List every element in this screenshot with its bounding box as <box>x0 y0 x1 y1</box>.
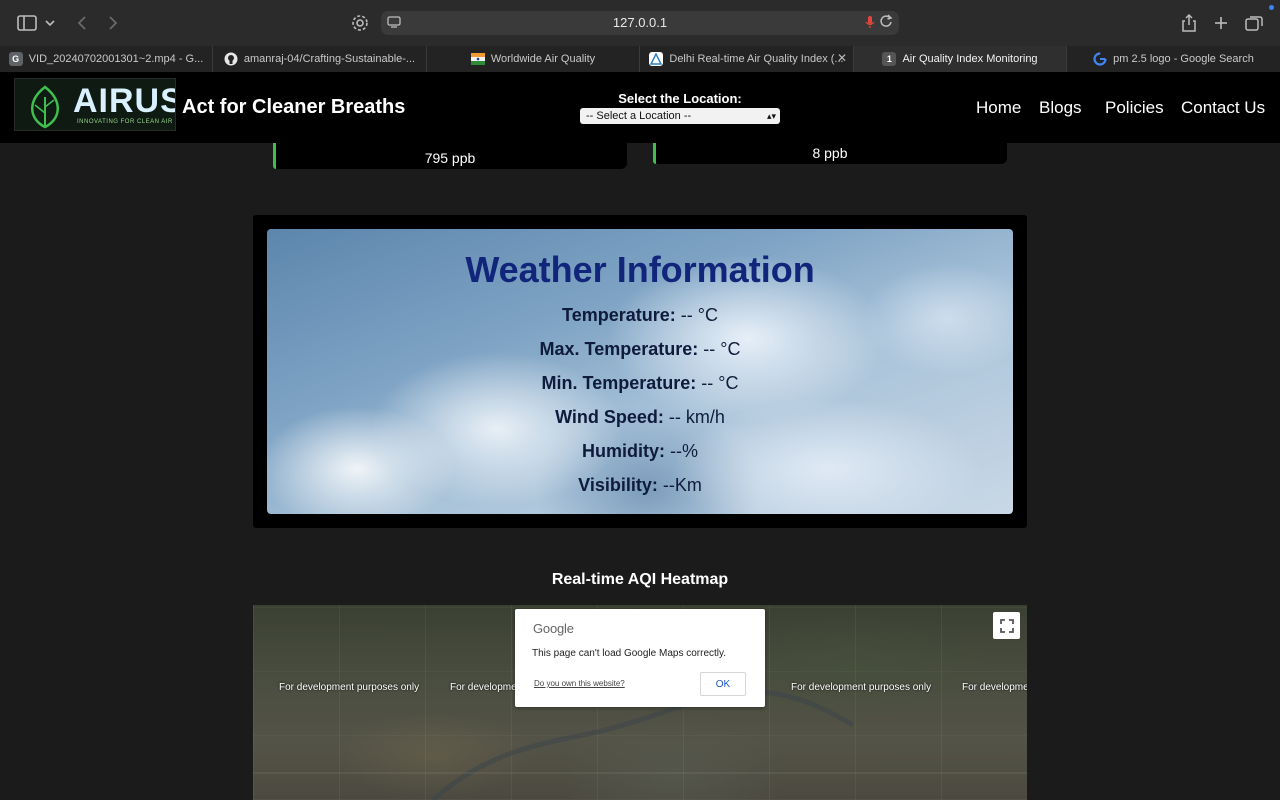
google-logo: Google <box>533 621 574 636</box>
tab-google-search[interactable]: pm 2.5 logo - Google Search <box>1067 46 1280 72</box>
google-drive-favicon-icon: G <box>8 52 23 66</box>
chevron-down-icon[interactable] <box>40 11 60 35</box>
tab-label: Delhi Real-time Air Quality Index (... <box>669 53 844 65</box>
location-select[interactable]: -- Select a Location -- ▴▾ <box>580 108 780 124</box>
weather-title: Weather Information <box>465 249 815 290</box>
weather-label: Visibility: <box>578 475 658 495</box>
sidebar-toggle-icon[interactable] <box>15 11 39 35</box>
dev-watermark: For development purposes only <box>791 682 932 693</box>
weather-visibility: Visibility: --Km <box>267 475 1013 496</box>
tab-label: VID_20240702001301~2.mp4 - G... <box>28 53 204 65</box>
address-bar[interactable]: 127.0.0.1 <box>381 11 899 35</box>
nav-policies[interactable]: Policies <box>1105 98 1164 118</box>
tab-label: Air Quality Index Monitoring <box>902 53 1038 65</box>
weather-panel: Weather Information Temperature: -- °C M… <box>267 229 1013 514</box>
new-tab-icon[interactable] <box>1209 11 1233 35</box>
tab-delhi-aqi[interactable]: Delhi Real-time Air Quality Index (... ✕ <box>640 46 854 72</box>
tab-number-icon: 1 <box>882 52 897 66</box>
weather-value: --% <box>670 441 698 461</box>
dev-watermark: For development purposes only <box>279 682 420 693</box>
site-title: Act for Cleaner Breaths <box>182 96 406 118</box>
weather-value: -- °C <box>703 339 741 359</box>
flag-icon <box>470 52 485 66</box>
site-header: AIRUS INNOVATING FOR CLEAN AIR Act for C… <box>0 72 1280 143</box>
weather-label: Max. Temperature: <box>539 339 699 359</box>
location-label: Select the Location: <box>618 91 742 106</box>
google-icon <box>1093 52 1107 66</box>
back-icon[interactable] <box>70 11 94 35</box>
weather-value: -- °C <box>701 373 739 393</box>
nav-blogs[interactable]: Blogs <box>1039 98 1082 118</box>
location-select-value: -- Select a Location -- <box>586 110 692 122</box>
tab-worldwide-air-quality[interactable]: Worldwide Air Quality <box>427 46 640 72</box>
own-website-link[interactable]: Do you own this website? <box>534 679 625 688</box>
notification-dot <box>1269 5 1274 10</box>
microphone-icon[interactable] <box>865 15 875 34</box>
leaf-logo-icon <box>31 85 59 129</box>
logo-wordmark: AIRUS <box>73 82 176 120</box>
reading-value: 8 ppb <box>812 145 848 161</box>
weather-value: -- °C <box>680 305 718 325</box>
github-icon <box>224 52 238 66</box>
nav-home[interactable]: Home <box>976 98 1021 118</box>
maps-error-dialog: Google This page can't load Google Maps … <box>515 609 765 707</box>
tab-label: pm 2.5 logo - Google Search <box>1113 53 1254 65</box>
weather-value: -- km/h <box>668 407 725 427</box>
weather-label: Wind Speed: <box>555 407 664 427</box>
reading-card-left: 795 ppb <box>273 143 627 169</box>
tab-github[interactable]: amanraj-04/Crafting-Sustainable-... <box>213 46 427 72</box>
tab-video[interactable]: G VID_20240702001301~2.mp4 - G... <box>0 46 213 72</box>
tab-label: Worldwide Air Quality <box>490 53 596 65</box>
weather-temperature: Temperature: -- °C <box>267 305 1013 326</box>
weather-min-temperature: Min. Temperature: -- °C <box>267 373 1013 394</box>
nav-contact-us[interactable]: Contact Us <box>1181 98 1265 118</box>
close-tab-icon[interactable]: ✕ <box>837 51 847 65</box>
share-icon[interactable] <box>1177 11 1201 35</box>
weather-wind-speed: Wind Speed: -- km/h <box>267 407 1013 428</box>
tab-air-quality-index-monitoring[interactable]: 1 Air Quality Index Monitoring <box>854 46 1067 72</box>
gear-icon[interactable] <box>348 11 372 35</box>
fullscreen-button[interactable] <box>993 612 1020 639</box>
logo-tagline: INNOVATING FOR CLEAN AIR <box>77 119 173 125</box>
reading-value: 795 ppb <box>424 150 476 166</box>
weather-humidity: Humidity: --% <box>267 441 1013 462</box>
aqi-icon <box>649 52 664 66</box>
weather-label: Min. Temperature: <box>541 373 697 393</box>
ok-button[interactable]: OK <box>700 672 746 696</box>
maps-error-message: This page can't load Google Maps correct… <box>532 648 727 659</box>
url-text: 127.0.0.1 <box>612 15 668 30</box>
site-logo[interactable]: AIRUS INNOVATING FOR CLEAN AIR <box>14 78 176 131</box>
dev-watermark: For development purposes only <box>962 682 1027 693</box>
tab-label: amanraj-04/Crafting-Sustainable-... <box>243 53 416 65</box>
weather-label: Temperature: <box>562 305 676 325</box>
heatmap-title: Real-time AQI Heatmap <box>551 571 729 588</box>
reload-icon[interactable] <box>879 14 893 33</box>
tab-bar: G VID_20240702001301~2.mp4 - G... amanra… <box>0 46 1280 72</box>
fullscreen-icon <box>999 618 1014 633</box>
forward-icon[interactable] <box>101 11 125 35</box>
weather-max-temperature: Max. Temperature: -- °C <box>267 339 1013 360</box>
reading-card-right: 8 ppb <box>653 143 1007 164</box>
select-arrows-icon: ▴▾ <box>766 111 776 121</box>
weather-value: --Km <box>662 475 702 495</box>
tab-overview-icon[interactable] <box>1242 11 1266 35</box>
weather-label: Humidity: <box>581 441 665 461</box>
browser-toolbar: 127.0.0.1 <box>0 0 1280 46</box>
